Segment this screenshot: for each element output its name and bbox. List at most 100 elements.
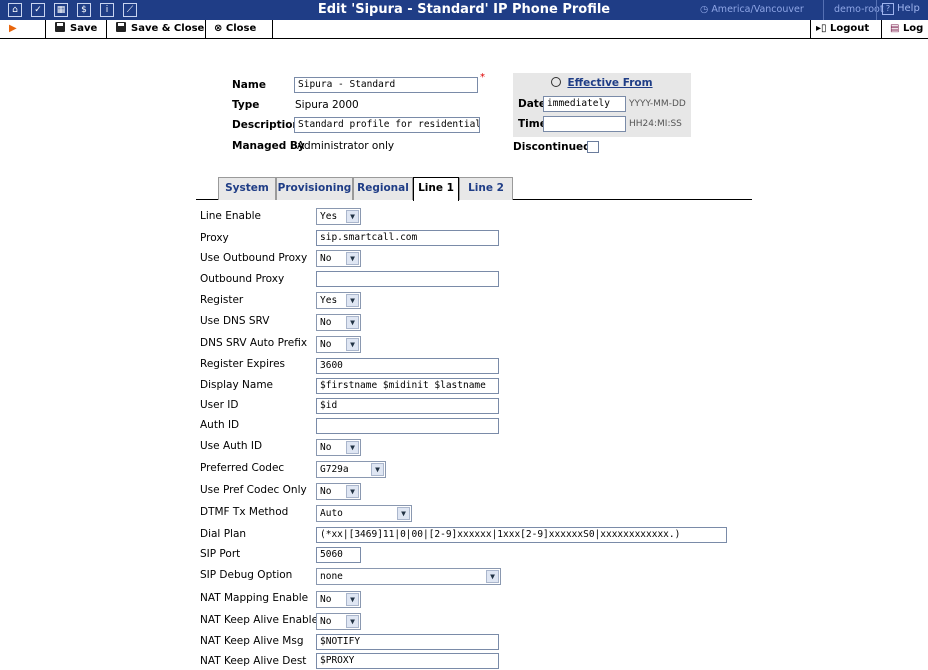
nat-mapping-enable-select[interactable]: No ▼: [316, 591, 361, 608]
chevron-down-icon: ▼: [346, 316, 359, 329]
name-label: Name: [232, 79, 266, 91]
user-id-label: User ID: [200, 399, 239, 411]
timezone-link[interactable]: ◷ America/Vancouver: [700, 4, 804, 15]
dns-srv-auto-prefix-select[interactable]: No ▼: [316, 336, 361, 353]
use-dns-srv-select[interactable]: No ▼: [316, 314, 361, 331]
dtmf-tx-method-value: Auto: [320, 508, 343, 519]
nat-mapping-enable-value: No: [320, 594, 332, 605]
toolbar-divider: [45, 20, 46, 38]
title-divider: [876, 0, 877, 20]
discontinued-label: Discontinued: [513, 141, 591, 153]
time-input[interactable]: [543, 116, 626, 132]
toolbar-divider: [106, 20, 107, 38]
nat-keep-alive-enable-value: No: [320, 616, 332, 627]
date-label: Date: [518, 98, 546, 110]
help-icon: ?: [882, 3, 894, 15]
chevron-down-icon: ▼: [346, 441, 359, 454]
preferred-codec-label: Preferred Codec: [200, 462, 285, 474]
chevron-down-icon: ▼: [397, 507, 410, 520]
close-button[interactable]: ⊗ Close: [214, 20, 256, 38]
sip-port-input[interactable]: 5060: [316, 547, 361, 563]
required-marker: *: [480, 72, 485, 83]
chevron-down-icon: ▼: [346, 210, 359, 223]
help-link[interactable]: ? Help: [882, 3, 920, 15]
preferred-codec-select[interactable]: G729a ▼: [316, 461, 386, 478]
nat-keep-alive-enable-select[interactable]: No ▼: [316, 613, 361, 630]
tab-line-1[interactable]: Line 1: [413, 177, 459, 201]
tab-provisioning[interactable]: Provisioning: [276, 177, 353, 200]
clock-icon: ◷: [700, 4, 712, 15]
home-icon[interactable]: ⌂: [8, 3, 22, 17]
nat-keep-alive-dest-label: NAT Keep Alive Dest: [200, 655, 307, 667]
nat-keep-alive-enable-label: NAT Keep Alive Enable: [200, 614, 319, 626]
info-icon[interactable]: i: [100, 3, 114, 17]
save-close-button[interactable]: Save & Close: [116, 20, 204, 38]
use-pref-codec-only-select[interactable]: No ▼: [316, 483, 361, 500]
dial-plan-label: Dial Plan: [200, 528, 247, 540]
user-id-input[interactable]: $id: [316, 398, 499, 414]
save-button[interactable]: Save: [55, 20, 97, 38]
chevron-down-icon: ▼: [346, 294, 359, 307]
dollar-icon[interactable]: $: [77, 3, 91, 17]
grid-icon[interactable]: ▦: [54, 3, 68, 17]
dtmf-tx-method-label: DTMF Tx Method: [200, 506, 289, 518]
nat-keep-alive-msg-input[interactable]: $NOTIFY: [316, 634, 499, 650]
nat-keep-alive-msg-label: NAT Keep Alive Msg: [200, 635, 304, 647]
register-expires-label: Register Expires: [200, 358, 286, 370]
save-icon: [55, 22, 65, 32]
description-label: Description: [232, 119, 300, 131]
use-pref-codec-only-label: Use Pref Codec Only: [200, 484, 307, 496]
managed-by-value: Administrator only: [297, 140, 395, 152]
display-name-input[interactable]: $firstname $midinit $lastname: [316, 378, 499, 394]
use-auth-id-select[interactable]: No ▼: [316, 439, 361, 456]
description-input[interactable]: Standard profile for residential SIP: [294, 117, 480, 133]
dns-srv-auto-prefix-label: DNS SRV Auto Prefix: [200, 337, 308, 349]
nat-keep-alive-dest-input[interactable]: $PROXY: [316, 653, 499, 669]
use-outbound-proxy-value: No: [320, 253, 332, 264]
toolbar-divider: [810, 20, 811, 38]
dtmf-tx-method-select[interactable]: Auto ▼: [316, 505, 412, 522]
toolbar-divider: [205, 20, 206, 38]
save-close-icon: [116, 22, 126, 32]
title-divider: [823, 0, 824, 20]
use-outbound-proxy-label: Use Outbound Proxy: [200, 252, 308, 264]
check-icon[interactable]: ✓: [31, 3, 45, 17]
tab-line-2[interactable]: Line 2: [459, 177, 513, 200]
toolbar-divider: [272, 20, 273, 38]
sip-debug-option-value: none: [320, 571, 343, 582]
tab-regional[interactable]: Regional: [353, 177, 413, 200]
proxy-input[interactable]: sip.smartcall.com: [316, 230, 499, 246]
line-enable-select[interactable]: Yes ▼: [316, 208, 361, 225]
chevron-down-icon: ▼: [346, 252, 359, 265]
play-icon[interactable]: ▶: [9, 20, 17, 38]
sip-debug-option-select[interactable]: none ▼: [316, 568, 501, 585]
use-dns-srv-value: No: [320, 317, 332, 328]
logout-label: Logout: [830, 23, 870, 34]
date-format-hint: YYYY-MM-DD: [629, 99, 686, 109]
close-icon: ⊗: [214, 23, 226, 34]
tab-system[interactable]: System: [218, 177, 276, 200]
register-label: Register: [200, 294, 244, 306]
outbound-proxy-input[interactable]: [316, 271, 499, 287]
dial-plan-input[interactable]: (*xx|[3469]11|0|00|[2-9]xxxxxx|1xxx[2-9]…: [316, 527, 727, 543]
use-outbound-proxy-select[interactable]: No ▼: [316, 250, 361, 267]
date-input[interactable]: immediately: [543, 96, 626, 112]
chevron-down-icon: ▼: [346, 593, 359, 606]
auth-id-input[interactable]: [316, 418, 499, 434]
sip-port-label: SIP Port: [200, 548, 241, 560]
register-expires-input[interactable]: 3600: [316, 358, 499, 374]
logout-button[interactable]: ▸▯ Logout: [816, 20, 869, 38]
chart-icon[interactable]: ⟋: [123, 3, 137, 17]
register-value: Yes: [320, 295, 338, 306]
discontinued-checkbox[interactable]: [587, 141, 599, 153]
log-icon: ▤: [890, 23, 903, 34]
log-button[interactable]: ▤ Log: [890, 20, 923, 38]
name-input[interactable]: Sipura - Standard: [294, 77, 478, 93]
effective-from-link[interactable]: Effective From: [513, 77, 691, 89]
register-select[interactable]: Yes ▼: [316, 292, 361, 309]
save-close-label: Save & Close: [131, 23, 205, 34]
managed-by-label: Managed By: [232, 140, 305, 152]
toolbar: ▶ Save Save & Close ⊗ Close ▸▯ Logout ▤ …: [0, 20, 928, 39]
proxy-label: Proxy: [200, 232, 229, 244]
use-auth-id-label: Use Auth ID: [200, 440, 263, 452]
